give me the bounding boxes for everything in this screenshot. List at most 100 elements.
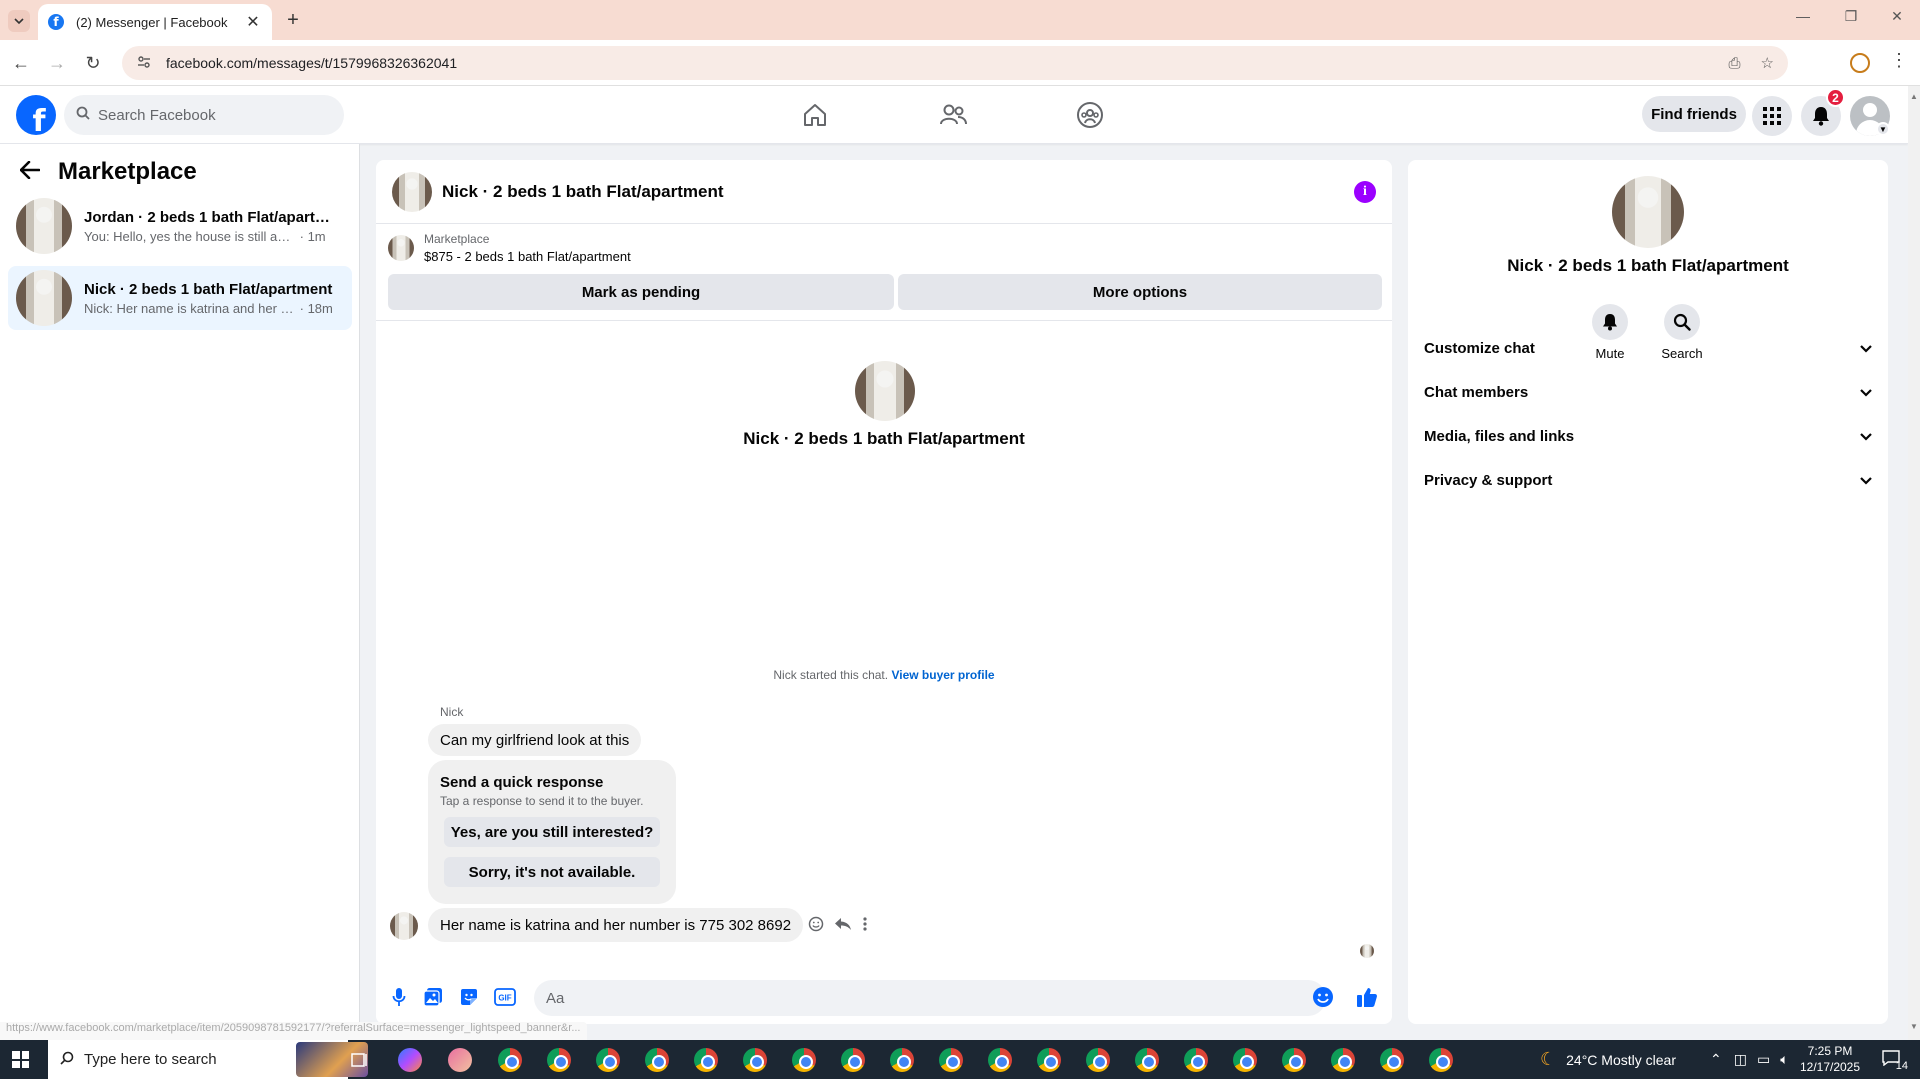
conversation-item-nick[interactable]: Nick · 2 beds 1 bath Flat/apartment Nick…	[8, 266, 352, 330]
chrome-app-icon[interactable]	[939, 1048, 963, 1072]
menu-grid-icon[interactable]	[1752, 96, 1792, 136]
home-icon[interactable]	[798, 98, 832, 132]
chrome-app-icon[interactable]	[1184, 1048, 1208, 1072]
facebook-search-input[interactable]: Search Facebook	[64, 95, 344, 135]
site-settings-icon[interactable]	[136, 55, 152, 71]
browser-menu-icon[interactable]: ⋮	[1890, 50, 1908, 71]
account-caret-icon[interactable]: ▼	[1876, 122, 1890, 136]
new-tab-button[interactable]: +	[282, 9, 304, 31]
chrome-app-icon[interactable]	[792, 1048, 816, 1072]
chevron-down-icon	[1860, 428, 1872, 444]
network-icon[interactable]: ▭	[1757, 1051, 1770, 1068]
emoji-icon[interactable]	[1312, 986, 1334, 1008]
microphone-icon[interactable]	[388, 986, 410, 1008]
back-arrow-icon[interactable]	[19, 158, 41, 186]
notification-center-icon[interactable]: 14	[1880, 1048, 1908, 1072]
facebook-logo-icon[interactable]: f	[16, 95, 56, 135]
groups-icon[interactable]	[1073, 98, 1107, 132]
view-buyer-profile-link[interactable]: View buyer profile	[891, 668, 994, 682]
chrome-app-icon[interactable]	[743, 1048, 767, 1072]
chrome-app-icon[interactable]	[1282, 1048, 1306, 1072]
show-hidden-icons-icon[interactable]: ⌃	[1710, 1051, 1722, 1068]
friends-icon[interactable]	[936, 98, 970, 132]
bookmark-star-icon[interactable]: ☆	[1761, 54, 1774, 72]
chat-members-section[interactable]: Chat members	[1424, 374, 1872, 410]
chrome-app-icon[interactable]	[890, 1048, 914, 1072]
listing-thumbnail	[16, 270, 72, 326]
sender-avatar[interactable]	[390, 912, 418, 940]
volume-icon[interactable]: 🔈︎	[1780, 1051, 1788, 1068]
windows-taskbar: Type here to search ☾ 24°C Mostly clear …	[0, 1040, 1920, 1079]
chrome-app-icon[interactable]	[694, 1048, 718, 1072]
details-avatar[interactable]	[1612, 176, 1684, 248]
media-files-links-section[interactable]: Media, files and links	[1424, 418, 1872, 454]
reload-icon[interactable]: ↻	[82, 52, 104, 74]
conversation-name: Jordan · 2 beds 1 bath Flat/apartm...	[84, 208, 334, 226]
details-title: Nick · 2 beds 1 bath Flat/apartment	[1507, 256, 1789, 275]
message-bubble[interactable]: Can my girlfriend look at this	[428, 724, 642, 756]
chrome-app-icon[interactable]	[645, 1048, 669, 1072]
browser-tab-messenger[interactable]: f (2) Messenger | Facebook ✕	[38, 4, 272, 40]
more-actions-icon[interactable]	[862, 916, 868, 937]
customize-chat-section[interactable]: Customize chat	[1424, 330, 1872, 366]
scroll-up-icon[interactable]: ▲	[1910, 92, 1918, 101]
forward-arrow-icon[interactable]: →	[46, 52, 68, 74]
install-app-icon[interactable]: ⎙	[1729, 55, 1741, 72]
thumbs-up-icon[interactable]	[1356, 986, 1378, 1008]
chrome-app-icon[interactable]	[841, 1048, 865, 1072]
chat-title[interactable]: Nick · 2 beds 1 bath Flat/apartment	[442, 182, 1354, 202]
privacy-support-section[interactable]: Privacy & support	[1424, 462, 1872, 498]
page-scrollbar[interactable]: ▲ ▼	[1908, 86, 1920, 1040]
chrome-app-icon[interactable]	[498, 1048, 522, 1072]
address-bar[interactable]: facebook.com/messages/t/1579968326362041…	[122, 46, 1788, 80]
sticker-icon[interactable]	[458, 986, 480, 1008]
chrome-app-icon[interactable]	[1233, 1048, 1257, 1072]
quick-reply-still-interested-button[interactable]: Yes, are you still interested?	[444, 817, 660, 847]
taskbar-clock[interactable]: 7:25 PM 12/17/2025	[1790, 1043, 1870, 1075]
scroll-down-icon[interactable]: ▼	[1910, 1022, 1918, 1031]
close-window-button[interactable]: ✕	[1882, 8, 1912, 25]
chrome-app-icon[interactable]	[1037, 1048, 1061, 1072]
quick-reply-not-available-button[interactable]: Sorry, it's not available.	[444, 857, 660, 887]
more-options-button[interactable]: More options	[898, 274, 1382, 310]
meet-now-icon[interactable]: ◫	[1734, 1051, 1747, 1068]
svg-text:GIF: GIF	[498, 994, 511, 1003]
chrome-app-icon[interactable]	[1135, 1048, 1159, 1072]
message-input-placeholder: Aa	[546, 989, 565, 1007]
tab-search-button[interactable]	[8, 10, 30, 32]
minimize-window-button[interactable]: —	[1788, 8, 1818, 24]
sidebar-title: Marketplace	[58, 158, 197, 185]
close-tab-icon[interactable]: ✕	[244, 12, 262, 32]
restore-window-button[interactable]: ❐	[1836, 8, 1866, 25]
copilot-icon[interactable]	[398, 1048, 422, 1072]
section-label: Customize chat	[1424, 339, 1535, 357]
moon-icon: ☾	[1540, 1049, 1557, 1069]
back-arrow-icon[interactable]: ←	[10, 52, 32, 74]
gif-icon[interactable]: GIF	[494, 986, 516, 1008]
listing-banner[interactable]: Marketplace $875 - 2 beds 1 bath Flat/ap…	[388, 232, 631, 264]
chat-avatar[interactable]	[392, 171, 432, 212]
chrome-app-icon[interactable]	[1429, 1048, 1453, 1072]
chrome-app-icon[interactable]	[1086, 1048, 1110, 1072]
browser-profile-icon[interactable]	[1850, 53, 1870, 73]
reply-icon[interactable]	[834, 916, 852, 937]
weather-widget[interactable]: ☾ 24°C Mostly clear	[1540, 1040, 1676, 1079]
taskbar-search-input[interactable]: Type here to search	[48, 1040, 368, 1079]
message-bubble[interactable]: Her name is katrina and her number is 77…	[428, 908, 804, 942]
info-icon[interactable]: i	[1354, 180, 1376, 203]
react-emoji-icon[interactable]	[808, 916, 824, 937]
chrome-app-icon[interactable]	[1331, 1048, 1355, 1072]
conversation-name: Nick · 2 beds 1 bath Flat/apartment	[84, 280, 333, 298]
snipping-tool-icon[interactable]	[448, 1048, 472, 1072]
chrome-app-icon[interactable]	[1380, 1048, 1404, 1072]
message-input[interactable]: Aa	[534, 980, 1326, 1016]
find-friends-button[interactable]: Find friends	[1642, 96, 1746, 132]
chrome-app-icon[interactable]	[988, 1048, 1012, 1072]
windows-start-icon[interactable]	[12, 1051, 29, 1068]
chrome-app-icon[interactable]	[596, 1048, 620, 1072]
mark-as-pending-button[interactable]: Mark as pending	[388, 274, 894, 310]
conversation-item-jordan[interactable]: Jordan · 2 beds 1 bath Flat/apartm... Yo…	[8, 194, 352, 258]
task-view-icon[interactable]	[348, 1048, 372, 1072]
chrome-app-icon[interactable]	[547, 1048, 571, 1072]
photo-icon[interactable]	[422, 986, 444, 1008]
